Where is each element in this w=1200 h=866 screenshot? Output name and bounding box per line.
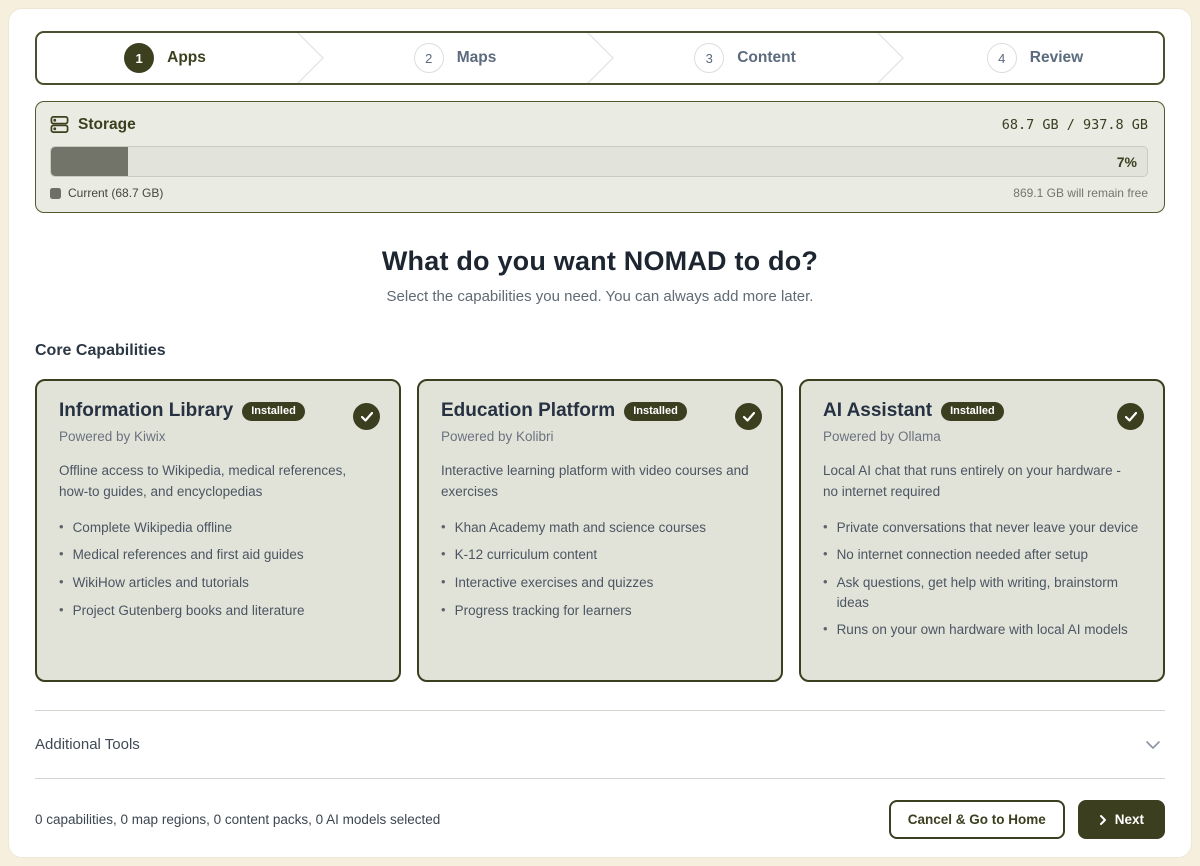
list-item: •WikiHow articles and tutorials xyxy=(59,573,379,593)
list-item: •Ask questions, get help with writing, b… xyxy=(823,573,1143,612)
powered-by-label: Powered by Ollama xyxy=(823,429,1143,444)
powered-by-label: Powered by Kolibri xyxy=(441,429,761,444)
selected-check-icon xyxy=(1117,403,1144,430)
bullet-dot: • xyxy=(59,573,64,593)
card-title: AI Assistant xyxy=(823,400,932,422)
bullet-dot: • xyxy=(823,573,828,612)
selected-check-icon xyxy=(735,403,762,430)
selected-check-icon xyxy=(353,403,380,430)
card-feature-list: •Complete Wikipedia offline •Medical ref… xyxy=(59,518,379,620)
step-apps[interactable]: 1 Apps xyxy=(37,33,293,83)
storage-progress-bar: 7% xyxy=(50,146,1148,177)
list-item: •Khan Academy math and science courses xyxy=(441,518,761,538)
bullet-dot: • xyxy=(59,545,64,565)
card-ai-assistant[interactable]: AI Assistant Installed Powered by Ollama… xyxy=(799,379,1165,682)
storage-free-label: 869.1 GB will remain free xyxy=(1013,186,1148,200)
cancel-button[interactable]: Cancel & Go to Home xyxy=(889,800,1065,839)
card-description: Offline access to Wikipedia, medical ref… xyxy=(59,461,379,503)
card-title: Information Library xyxy=(59,400,233,422)
legend-current-swatch xyxy=(50,188,61,199)
list-item: •Complete Wikipedia offline xyxy=(59,518,379,538)
bullet-dot: • xyxy=(441,573,446,593)
card-feature-list: •Khan Academy math and science courses •… xyxy=(441,518,761,620)
card-education-platform[interactable]: Education Platform Installed Powered by … xyxy=(417,379,783,682)
bullet-dot: • xyxy=(823,620,828,640)
step-content[interactable]: 3 Content xyxy=(617,33,873,83)
bullet-dot: • xyxy=(441,601,446,621)
bullet-dot: • xyxy=(59,601,64,621)
wizard-stepper: 1 Apps 2 Maps 3 Content 4 Review xyxy=(35,31,1165,85)
step-separator-chevron-icon xyxy=(583,33,617,83)
step-label: Maps xyxy=(457,49,497,67)
storage-percent-label: 7% xyxy=(1117,154,1147,170)
legend-current-label: Current (68.7 GB) xyxy=(68,186,163,200)
step-number-badge: 4 xyxy=(987,43,1017,73)
list-item: •Medical references and first aid guides xyxy=(59,545,379,565)
bullet-dot: • xyxy=(823,518,828,538)
step-number-badge: 2 xyxy=(414,43,444,73)
step-separator-chevron-icon xyxy=(293,33,327,83)
section-divider xyxy=(35,778,1165,779)
storage-progress-fill xyxy=(51,147,128,176)
list-item: •Interactive exercises and quizzes xyxy=(441,573,761,593)
additional-tools-label: Additional Tools xyxy=(35,736,140,753)
bullet-dot: • xyxy=(823,545,828,565)
bullet-dot: • xyxy=(441,518,446,538)
storage-usage-value: 68.7 GB / 937.8 GB xyxy=(1002,117,1148,133)
page-title: What do you want NOMAD to do? xyxy=(35,246,1165,277)
list-item: •Private conversations that never leave … xyxy=(823,518,1143,538)
list-item: •No internet connection needed after set… xyxy=(823,545,1143,565)
card-title: Education Platform xyxy=(441,400,615,422)
card-description: Interactive learning platform with video… xyxy=(441,461,761,503)
list-item: •K-12 curriculum content xyxy=(441,545,761,565)
chevron-right-icon xyxy=(1099,814,1107,826)
list-item: •Progress tracking for learners xyxy=(441,601,761,621)
step-number-badge: 3 xyxy=(694,43,724,73)
bullet-dot: • xyxy=(59,518,64,538)
powered-by-label: Powered by Kiwix xyxy=(59,429,379,444)
additional-tools-toggle[interactable]: Additional Tools xyxy=(35,711,1165,778)
core-capabilities-heading: Core Capabilities xyxy=(35,342,1165,360)
page-subtitle: Select the capabilities you need. You ca… xyxy=(35,288,1165,305)
card-information-library[interactable]: Information Library Installed Powered by… xyxy=(35,379,401,682)
storage-database-icon xyxy=(50,115,69,134)
installed-badge: Installed xyxy=(941,402,1004,421)
selection-summary: 0 capabilities, 0 map regions, 0 content… xyxy=(35,812,440,827)
bullet-dot: • xyxy=(441,545,446,565)
storage-panel: Storage 68.7 GB / 937.8 GB 7% Current (6… xyxy=(35,101,1165,213)
list-item: •Project Gutenberg books and literature xyxy=(59,601,379,621)
step-maps[interactable]: 2 Maps xyxy=(327,33,583,83)
card-feature-list: •Private conversations that never leave … xyxy=(823,518,1143,640)
step-number-badge: 1 xyxy=(124,43,154,73)
next-button[interactable]: Next xyxy=(1078,800,1165,839)
capability-cards: Information Library Installed Powered by… xyxy=(35,379,1165,682)
card-description: Local AI chat that runs entirely on your… xyxy=(823,461,1143,503)
step-label: Content xyxy=(737,49,796,67)
step-separator-chevron-icon xyxy=(873,33,907,83)
step-label: Review xyxy=(1030,49,1083,67)
step-label: Apps xyxy=(167,49,206,67)
chevron-down-icon xyxy=(1145,740,1161,750)
installed-badge: Installed xyxy=(242,402,305,421)
step-review[interactable]: 4 Review xyxy=(907,33,1163,83)
list-item: •Runs on your own hardware with local AI… xyxy=(823,620,1143,640)
setup-wizard-panel: 1 Apps 2 Maps 3 Content 4 Review xyxy=(8,8,1192,858)
storage-title: Storage xyxy=(78,116,136,134)
installed-badge: Installed xyxy=(624,402,687,421)
